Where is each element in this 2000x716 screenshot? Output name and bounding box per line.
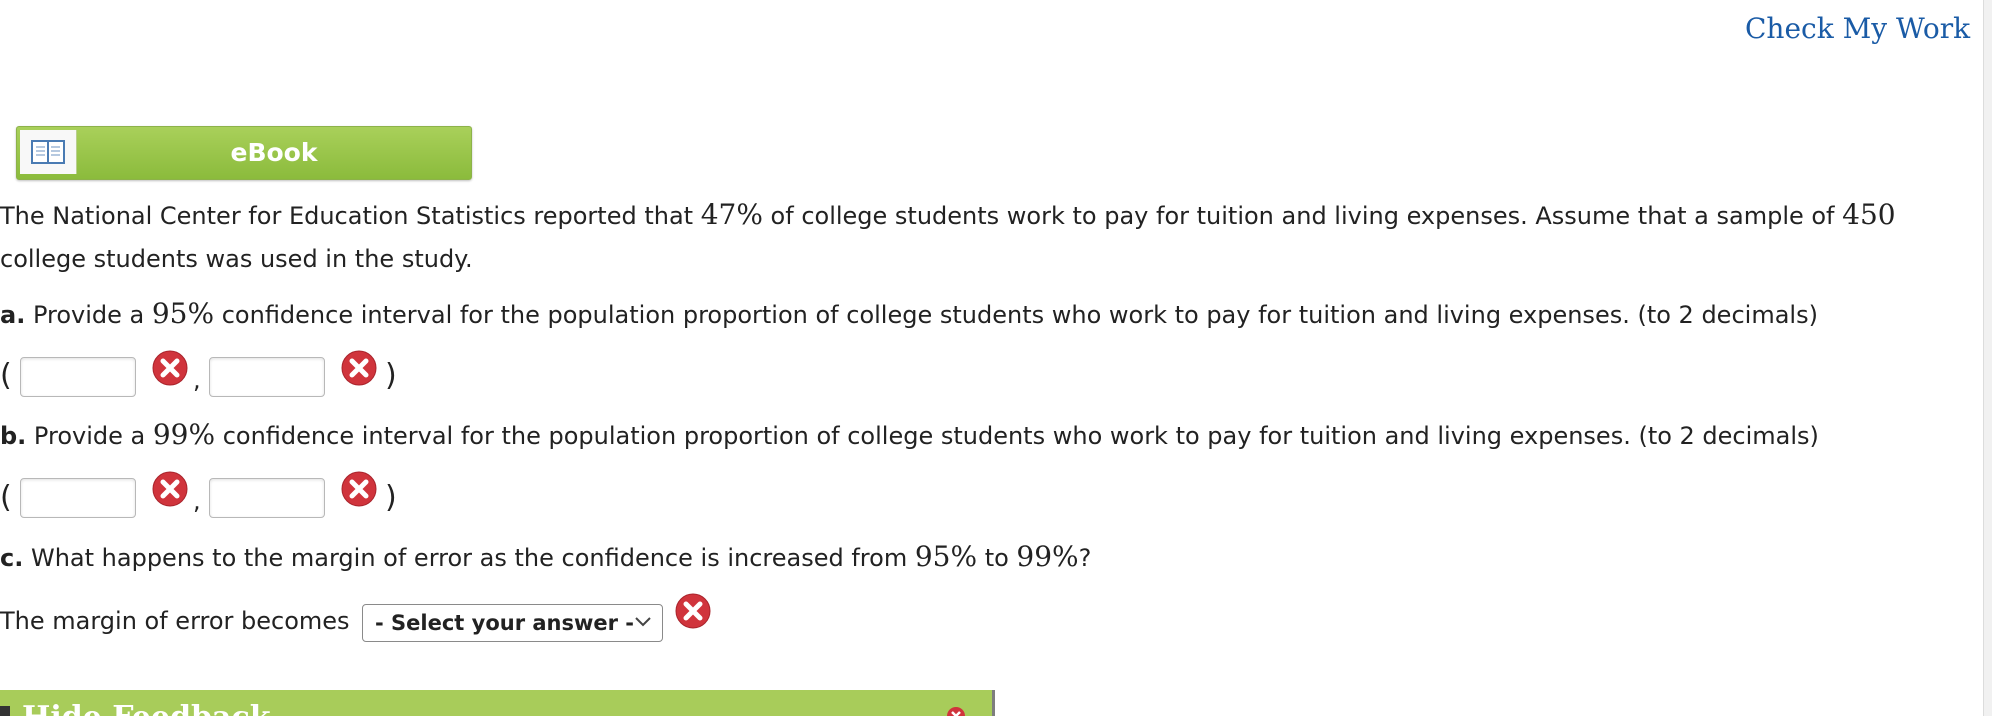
collapse-caret-icon [0, 706, 10, 716]
part-c-text-1: What happens to the margin of error as t… [23, 544, 915, 572]
part-b-letter: b. [0, 422, 27, 450]
part-a-confidence: 95% [151, 297, 215, 330]
part-a-comma: , [193, 366, 201, 394]
part-c-text-2: to [977, 544, 1017, 572]
incorrect-x-icon [152, 471, 188, 507]
part-c-letter: c. [0, 544, 24, 572]
ebook-label: eBook [230, 138, 318, 167]
incorrect-x-icon [341, 471, 377, 507]
select-value: - Select your answer - [375, 611, 635, 635]
part-c-prompt: c. What happens to the margin of error a… [0, 540, 1091, 573]
part-b-lower-input[interactable] [20, 478, 136, 518]
problem-intro-line-2: college students was used in the study. [0, 245, 473, 273]
hide-feedback-bar[interactable]: Hide Feedback [0, 690, 995, 716]
part-a-close-paren: ) [385, 358, 397, 393]
pct-work-value: 47% [700, 198, 763, 231]
part-b-text-2: confidence interval for the population p… [215, 422, 1819, 450]
incorrect-x-icon [152, 350, 188, 386]
part-a-text-2: confidence interval for the population p… [214, 301, 1818, 329]
question-page: Check My Work eBook The National Center … [0, 0, 1992, 716]
part-b-open-paren: ( [0, 480, 12, 515]
part-b-upper-input[interactable] [209, 478, 325, 518]
part-b-close-paren: ) [385, 480, 397, 515]
part-a-text-1: Provide a [25, 301, 152, 329]
intro-text-2: of college students work to pay for tuit… [762, 202, 1843, 230]
margin-of-error-select[interactable]: - Select your answer - [362, 604, 663, 642]
close-icon[interactable] [946, 706, 966, 716]
intro-text-1: The National Center for Education Statis… [0, 202, 701, 230]
part-c-from-value: 95% [914, 540, 978, 573]
part-a-lower-input[interactable] [20, 357, 136, 397]
part-b-prompt: b. Provide a 99% confidence interval for… [0, 418, 1819, 451]
part-a-open-paren: ( [0, 358, 12, 393]
part-b-comma: , [193, 487, 201, 515]
part-a-upper-input[interactable] [209, 357, 325, 397]
ebook-button[interactable]: eBook [16, 126, 472, 180]
margin-answer-prefix: The margin of error becomes [0, 607, 350, 635]
part-c-to-value: 99% [1016, 540, 1079, 573]
chevron-down-icon [635, 617, 651, 627]
part-a-letter: a. [0, 301, 26, 329]
problem-intro-line-1: The National Center for Education Statis… [0, 198, 1896, 231]
book-icon [20, 130, 77, 174]
check-my-work-link[interactable]: Check My Work [1745, 12, 1970, 45]
sample-size-value: 450 [1842, 198, 1896, 231]
hide-feedback-label: Hide Feedback [22, 700, 271, 716]
incorrect-x-icon [675, 593, 711, 629]
part-c-text-3: ? [1078, 544, 1092, 572]
incorrect-x-icon [341, 350, 377, 386]
part-a-prompt: a. Provide a 95% confidence interval for… [0, 297, 1818, 330]
part-b-text-1: Provide a [26, 422, 153, 450]
scrollbar-track[interactable] [1983, 0, 1992, 716]
part-b-confidence: 99% [152, 418, 216, 451]
